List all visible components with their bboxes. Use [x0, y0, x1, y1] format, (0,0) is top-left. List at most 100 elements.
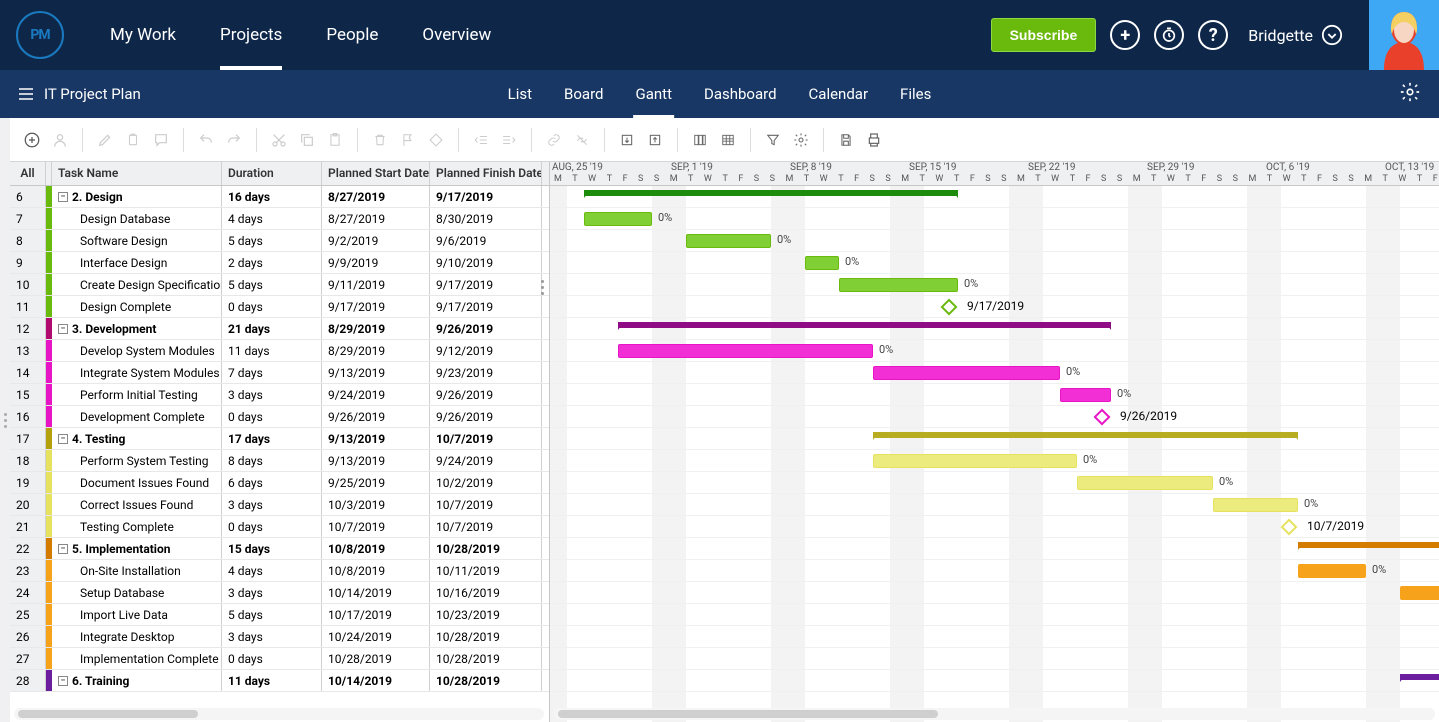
task-name-cell[interactable]: Correct Issues Found	[52, 494, 222, 515]
planned-finish-cell[interactable]: 10/28/2019	[430, 538, 542, 559]
gantt-row[interactable]: 0%	[550, 274, 1439, 296]
gantt-row[interactable]: 0%	[550, 472, 1439, 494]
planned-start-cell[interactable]: 9/13/2019	[322, 428, 430, 449]
gantt-row[interactable]: 0%	[550, 582, 1439, 604]
task-bar[interactable]	[873, 366, 1060, 380]
task-bar[interactable]	[1060, 388, 1111, 402]
planned-start-cell[interactable]: 10/8/2019	[322, 538, 430, 559]
milestone-icon[interactable]	[1094, 409, 1111, 426]
nav-overview[interactable]: Overview	[400, 0, 513, 70]
planned-start-cell[interactable]: 9/2/2019	[322, 230, 430, 251]
table-row[interactable]: 12−3. Development21 days8/29/20199/26/20…	[10, 318, 549, 340]
indent-icon[interactable]	[497, 128, 521, 152]
gantt-row[interactable]: 0%	[550, 560, 1439, 582]
nav-projects[interactable]: Projects	[198, 0, 304, 70]
planned-finish-cell[interactable]: 10/7/2019	[430, 494, 542, 515]
planned-start-cell[interactable]: 8/29/2019	[322, 340, 430, 361]
planned-start-cell[interactable]: 10/7/2019	[322, 516, 430, 537]
task-bar[interactable]	[1213, 498, 1298, 512]
gantt-row[interactable]: 0%	[550, 340, 1439, 362]
task-bar[interactable]	[1400, 586, 1439, 600]
tab-files[interactable]: Files	[898, 70, 933, 118]
task-name-cell[interactable]: Develop System Modules	[52, 340, 222, 361]
tab-calendar[interactable]: Calendar	[807, 70, 871, 118]
link-icon[interactable]	[542, 128, 566, 152]
table-row[interactable]: 23On-Site Installation4 days10/8/201910/…	[10, 560, 549, 582]
task-name-cell[interactable]: Interface Design	[52, 252, 222, 273]
summary-bar[interactable]	[873, 432, 1298, 438]
task-bar[interactable]	[873, 454, 1077, 468]
table-row[interactable]: 11Design Complete0 days9/17/20199/17/201…	[10, 296, 549, 318]
duration-cell[interactable]: 8 days	[222, 450, 322, 471]
planned-start-cell[interactable]: 9/25/2019	[322, 472, 430, 493]
duration-cell[interactable]: 11 days	[222, 670, 322, 691]
table-row[interactable]: 18Perform System Testing8 days9/13/20199…	[10, 450, 549, 472]
gantt-row[interactable]: 0%	[550, 604, 1439, 626]
task-bar[interactable]	[686, 234, 771, 248]
collapse-icon[interactable]: −	[58, 676, 68, 686]
tab-list[interactable]: List	[506, 70, 534, 118]
planned-finish-cell[interactable]: 10/16/2019	[430, 582, 542, 603]
save-icon[interactable]	[834, 128, 858, 152]
user-menu[interactable]: Bridgette	[1248, 24, 1343, 46]
planned-finish-cell[interactable]: 9/24/2019	[430, 450, 542, 471]
clipboard-icon[interactable]	[121, 128, 145, 152]
task-name-cell[interactable]: −6. Training	[52, 670, 222, 691]
task-name-cell[interactable]: Setup Database	[52, 582, 222, 603]
task-bar[interactable]	[805, 256, 839, 270]
table-row[interactable]: 27Implementation Complete0 days10/28/201…	[10, 648, 549, 670]
project-title-area[interactable]: IT Project Plan	[0, 85, 141, 103]
table-row[interactable]: 22−5. Implementation15 days10/8/201910/2…	[10, 538, 549, 560]
planned-start-cell[interactable]: 8/27/2019	[322, 186, 430, 207]
paste-icon[interactable]	[323, 128, 347, 152]
col-all[interactable]: All	[10, 162, 46, 185]
nav-my-work[interactable]: My Work	[88, 0, 198, 70]
copy-icon[interactable]	[295, 128, 319, 152]
milestone-icon[interactable]	[941, 299, 958, 316]
duration-cell[interactable]: 3 days	[222, 494, 322, 515]
planned-start-cell[interactable]: 9/24/2019	[322, 384, 430, 405]
planned-start-cell[interactable]: 10/28/2019	[322, 648, 430, 669]
add-task-icon[interactable]	[20, 128, 44, 152]
task-name-cell[interactable]: Perform System Testing	[52, 450, 222, 471]
planned-finish-cell[interactable]: 10/7/2019	[430, 516, 542, 537]
duration-cell[interactable]: 5 days	[222, 274, 322, 295]
task-name-cell[interactable]: On-Site Installation	[52, 560, 222, 581]
planned-start-cell[interactable]: 9/13/2019	[322, 362, 430, 383]
columns-icon[interactable]	[688, 128, 712, 152]
gantt-row[interactable]: 9/17/2019	[550, 296, 1439, 318]
table-row[interactable]: 19Document Issues Found6 days9/25/201910…	[10, 472, 549, 494]
planned-finish-cell[interactable]: 10/23/2019	[430, 604, 542, 625]
gantt-row[interactable]: 0%	[550, 208, 1439, 230]
gantt-row[interactable]	[550, 186, 1439, 208]
gantt-row[interactable]	[550, 670, 1439, 692]
col-task[interactable]: Task Name	[52, 162, 222, 185]
task-name-cell[interactable]: Integrate Desktop	[52, 626, 222, 647]
table-row[interactable]: 9Interface Design2 days9/9/20199/10/2019	[10, 252, 549, 274]
table-row[interactable]: 26Integrate Desktop3 days10/24/201910/28…	[10, 626, 549, 648]
duration-cell[interactable]: 5 days	[222, 604, 322, 625]
table-row[interactable]: 24Setup Database3 days10/14/201910/16/20…	[10, 582, 549, 604]
duration-cell[interactable]: 3 days	[222, 626, 322, 647]
gantt-row[interactable]: 0%	[550, 450, 1439, 472]
duration-cell[interactable]: 0 days	[222, 296, 322, 317]
milestone-icon[interactable]	[424, 128, 448, 152]
duration-cell[interactable]: 17 days	[222, 428, 322, 449]
planned-finish-cell[interactable]: 10/7/2019	[430, 428, 542, 449]
gantt-row[interactable]: 10/7/2019	[550, 516, 1439, 538]
planned-finish-cell[interactable]: 10/28/2019	[430, 670, 542, 691]
redo-icon[interactable]	[222, 128, 246, 152]
gantt-row[interactable]	[550, 538, 1439, 560]
summary-bar[interactable]	[1298, 542, 1439, 548]
user-add-icon[interactable]	[48, 128, 72, 152]
duration-cell[interactable]: 6 days	[222, 472, 322, 493]
col-planned-start[interactable]: Planned Start Date	[322, 162, 430, 185]
table-row[interactable]: 25Import Live Data5 days10/17/201910/23/…	[10, 604, 549, 626]
task-bar[interactable]	[1077, 476, 1213, 490]
collapse-icon[interactable]: −	[58, 434, 68, 444]
summary-bar[interactable]	[618, 322, 1111, 328]
duration-cell[interactable]: 0 days	[222, 406, 322, 427]
gantt-row[interactable]: 0%	[550, 494, 1439, 516]
import-icon[interactable]	[615, 128, 639, 152]
task-name-cell[interactable]: Integrate System Modules	[52, 362, 222, 383]
